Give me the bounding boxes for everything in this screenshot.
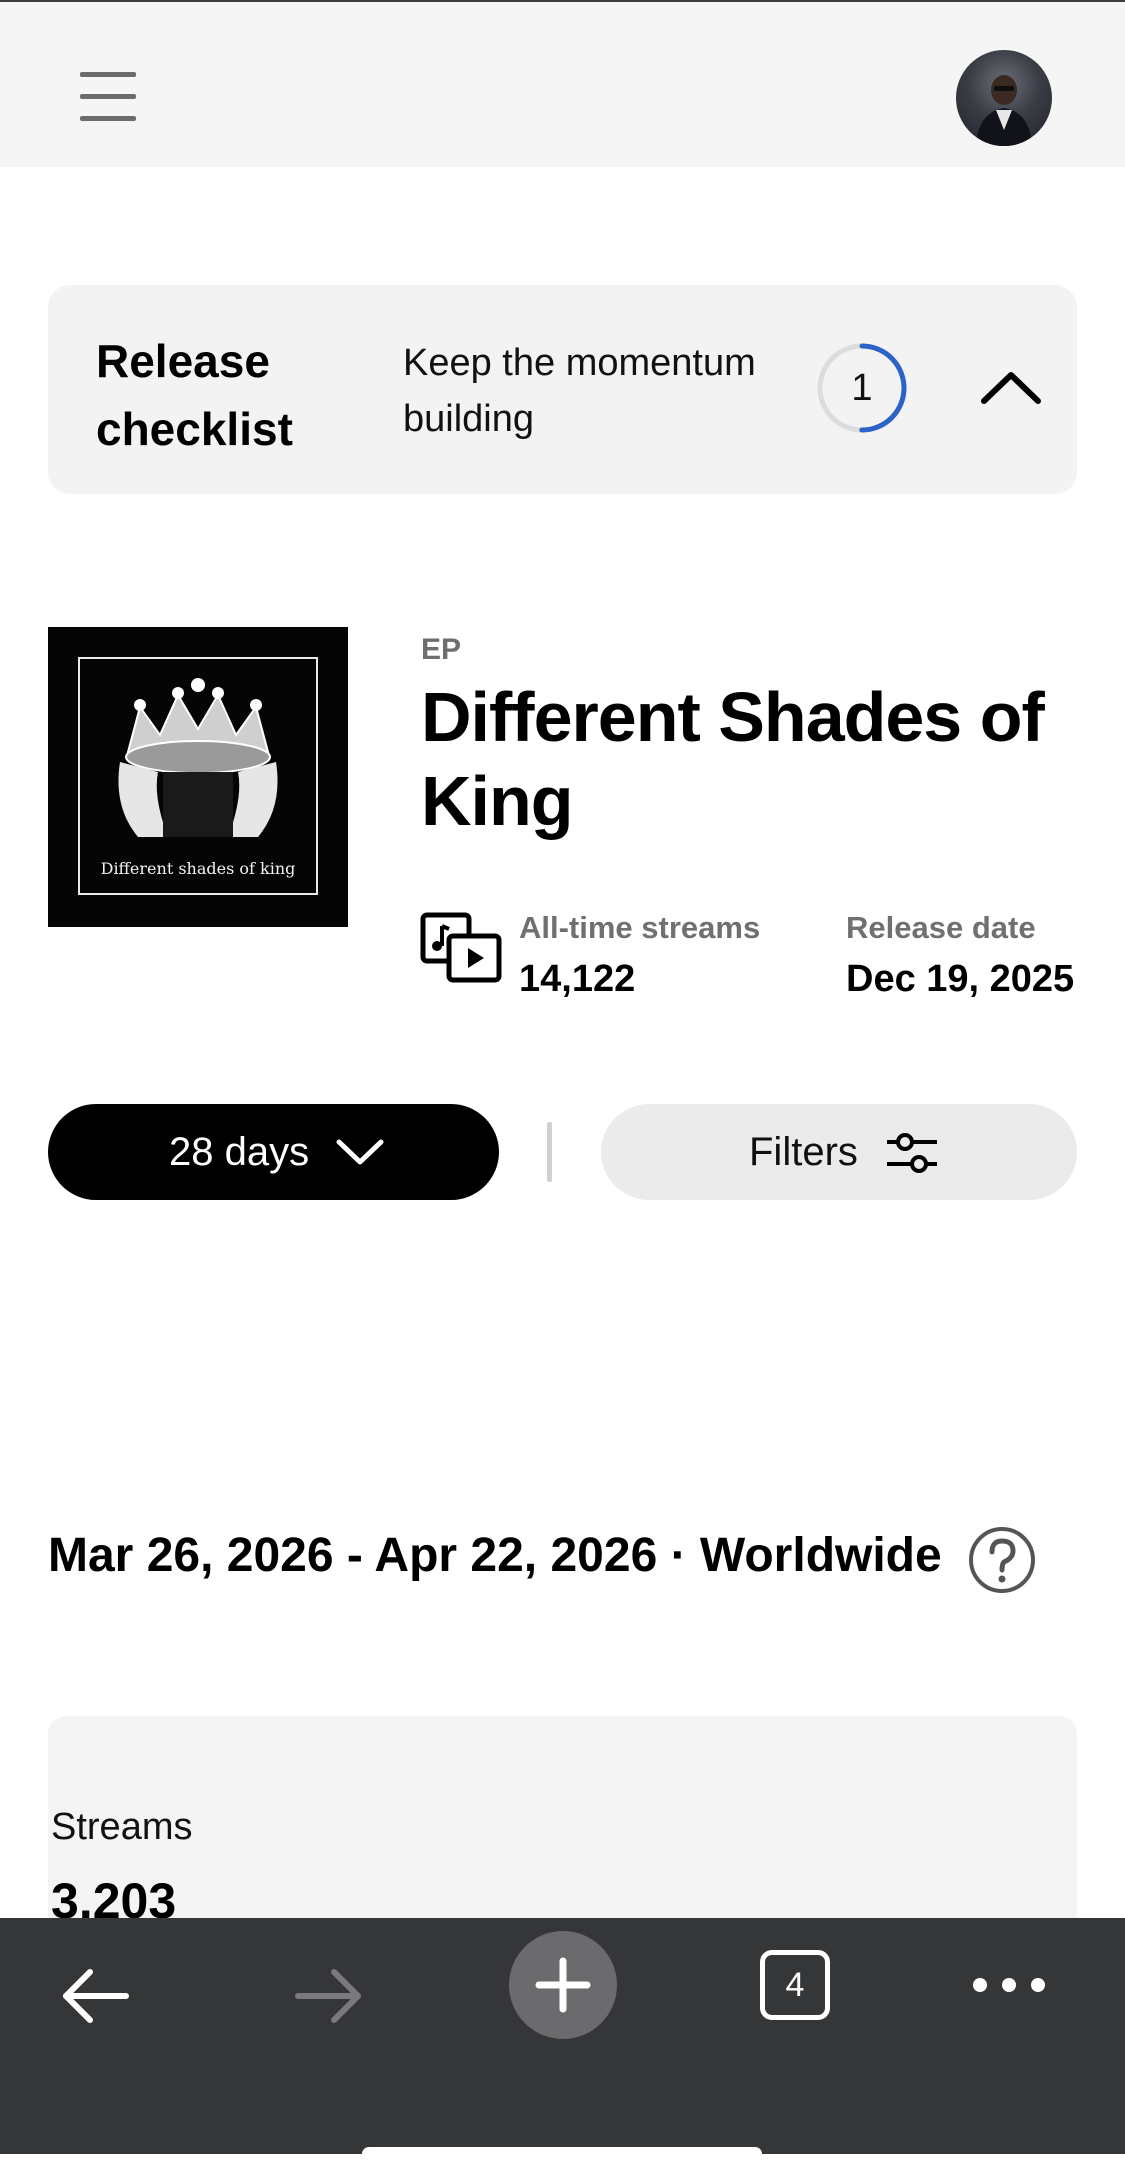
date-range-label: 28 days [169,1130,310,1174]
tabs-count-button[interactable]: 4 [760,1950,830,2020]
checklist-progress-count: 1 [851,367,873,409]
streams-label: Streams [51,1806,193,1848]
chevron-up-icon[interactable] [958,335,1064,441]
checklist-title: Release checklist [96,335,293,455]
sliders-icon [887,1133,937,1173]
help-icon[interactable] [968,1526,1036,1594]
release-title: Different Shades of King [421,678,1045,840]
music-video-icon [420,912,502,983]
home-indicator [362,2158,762,2172]
release-date-label: Release date [846,910,1036,945]
release-checklist-card[interactable]: Release checklist Keep the momentum buil… [48,285,1077,494]
plus-icon [535,1957,591,2013]
chevron-down-icon [336,1139,384,1165]
more-icon[interactable] [970,1970,1048,2000]
all-time-streams-value: 14,122 [519,958,636,1000]
all-time-streams-label: All-time streams [519,910,761,945]
controls-divider [547,1122,552,1182]
date-range-dropdown[interactable]: 28 days [48,1104,499,1200]
checklist-subtitle: Keep the momentum building [403,342,756,440]
release-type: EP [421,633,462,666]
profile-avatar[interactable] [956,50,1052,146]
top-app-bar [0,0,1125,167]
cover-caption: Different shades of king [100,859,296,878]
hamburger-menu-icon[interactable] [80,72,136,122]
filters-button[interactable]: Filters [601,1104,1077,1200]
period-range-heading: Mar 26, 2026 - Apr 22, 2026 · Worldwide [48,1529,942,1582]
browser-toolbar: 4 [0,1918,1125,2172]
crown-artwork [118,678,278,837]
home-indicator-bar [362,2147,762,2154]
release-date-value: Dec 19, 2025 [846,958,1075,1000]
new-tab-button[interactable] [509,1931,617,2039]
filters-label: Filters [749,1130,858,1174]
album-cover-image: Different shades of king [48,627,348,927]
back-arrow-icon[interactable] [56,1960,136,2032]
forward-arrow-icon[interactable] [288,1960,368,2032]
